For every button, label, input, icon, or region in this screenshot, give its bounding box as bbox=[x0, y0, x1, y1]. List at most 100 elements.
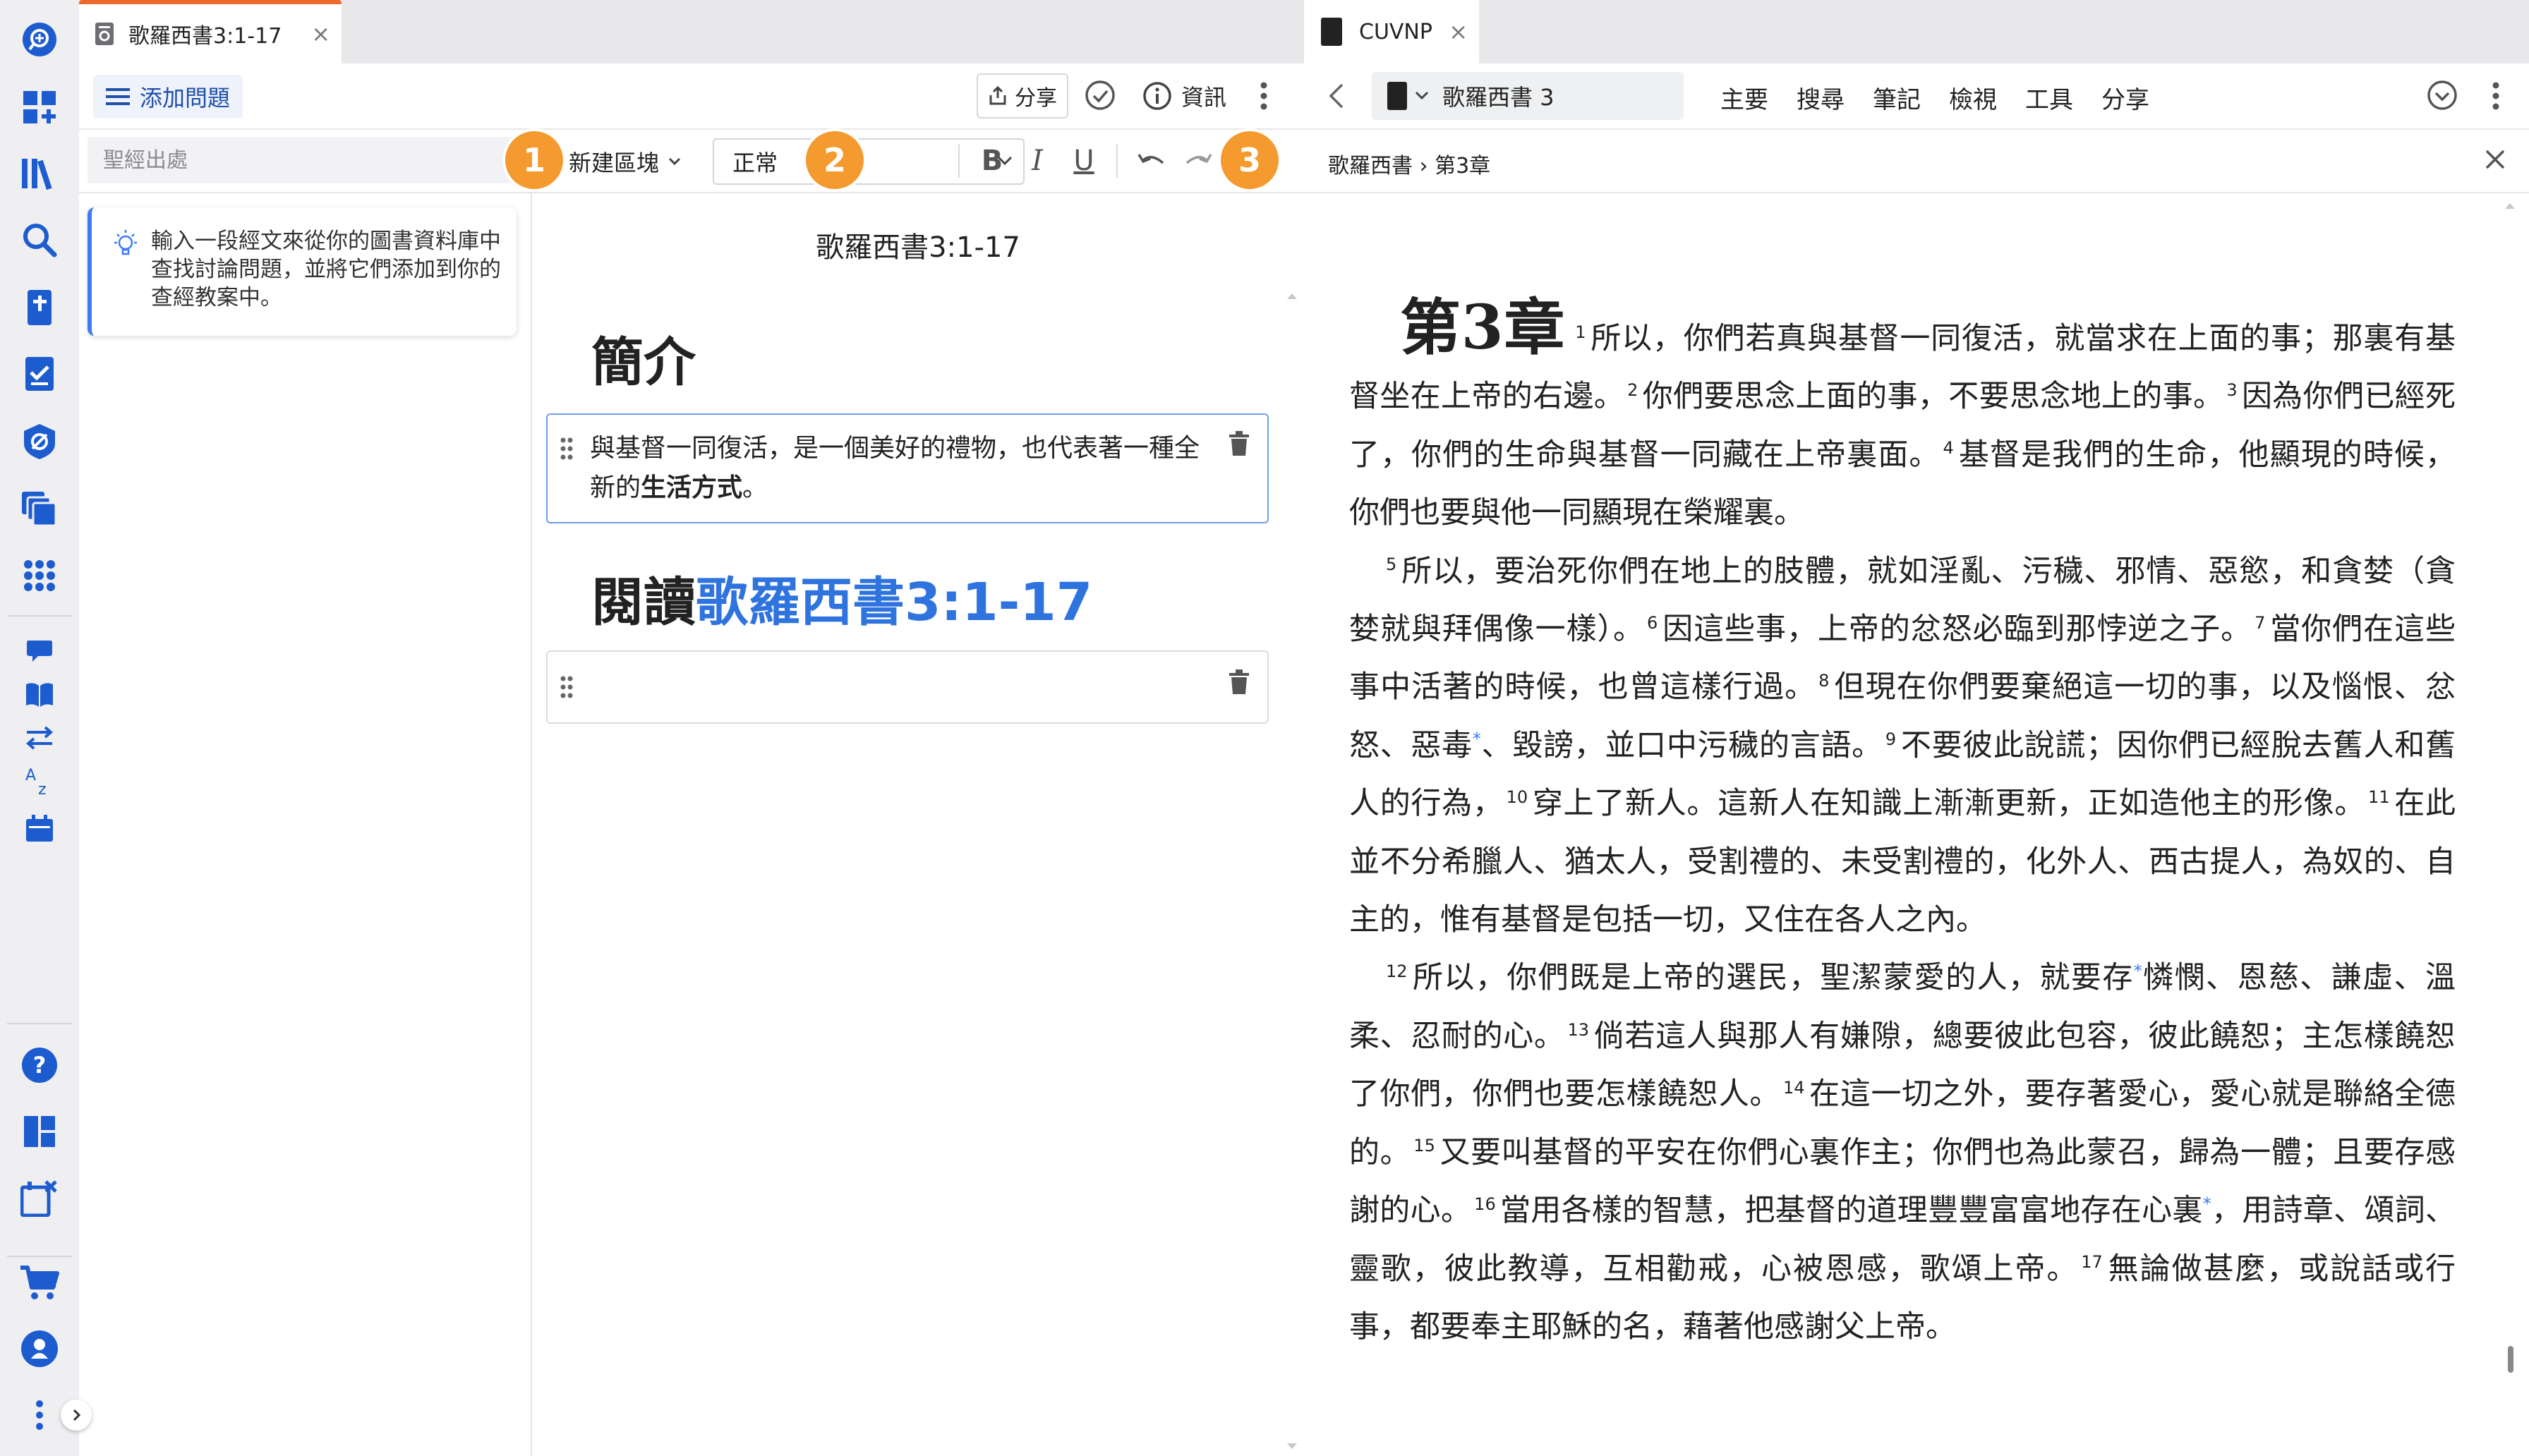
apps-grid-icon[interactable] bbox=[16, 552, 64, 600]
verse-number[interactable]: 2 bbox=[1627, 380, 1638, 400]
breadcrumb[interactable]: 歌羅西書 › 第3章 bbox=[1328, 148, 1490, 179]
verse-number[interactable]: 5 bbox=[1386, 554, 1396, 574]
footnote-marker[interactable]: * bbox=[2203, 1194, 2211, 1214]
menu-notes[interactable]: 筆記 bbox=[1873, 80, 1921, 115]
tip-card: 輸入一段經文來從你的圖書資料庫中查找討論問題，並將它們添加到你的查經教案中。 bbox=[87, 207, 517, 336]
verse-text: 、毀謗，並口中污穢的言語。 bbox=[1480, 727, 1883, 763]
scripture-link[interactable]: 歌羅西書3:1-17 bbox=[696, 572, 1092, 633]
verse-number[interactable]: 11 bbox=[2368, 787, 2390, 807]
expand-rail-button[interactable] bbox=[61, 1400, 92, 1431]
verse-number[interactable]: 6 bbox=[1647, 613, 1658, 633]
menu-view[interactable]: 檢視 bbox=[1949, 80, 1997, 115]
dashboard-add-icon[interactable] bbox=[16, 83, 64, 131]
account-icon[interactable] bbox=[16, 1325, 64, 1373]
scroll-down-icon[interactable] bbox=[1286, 1442, 1298, 1450]
verse-number[interactable]: 7 bbox=[2255, 613, 2265, 633]
library-icon[interactable] bbox=[16, 150, 64, 198]
bold-button[interactable]: B bbox=[970, 138, 1015, 183]
back-arrow-icon[interactable] bbox=[1328, 82, 1345, 110]
section-heading-intro[interactable]: 簡介 bbox=[591, 320, 696, 396]
underline-button[interactable]: U bbox=[1061, 138, 1106, 183]
format-toolbar: 1 新建區塊 正常 2 B I U 3 bbox=[79, 130, 1304, 193]
verse-number[interactable]: 14 bbox=[1783, 1078, 1805, 1098]
study-document: 歌羅西書3:1-17 簡介 與基督一同復活，是一個美好的禮物，也代表著一種全新的… bbox=[531, 193, 1304, 1456]
more-vertical-icon[interactable] bbox=[2491, 80, 2501, 111]
swap-arrows-icon[interactable] bbox=[16, 714, 64, 762]
cart-icon[interactable] bbox=[16, 1258, 64, 1306]
drag-handle-icon[interactable] bbox=[559, 436, 574, 461]
verse-number[interactable]: 16 bbox=[1474, 1194, 1496, 1214]
scroll-up-icon[interactable] bbox=[2504, 202, 2516, 210]
read-heading-prefix: 閱讀 bbox=[591, 572, 696, 633]
italic-button[interactable]: I bbox=[1015, 138, 1060, 183]
drag-handle-icon[interactable] bbox=[559, 674, 574, 700]
verse-number[interactable]: 8 bbox=[1818, 671, 1829, 691]
no-eye-icon[interactable] bbox=[16, 418, 64, 466]
verse-number[interactable]: 3 bbox=[2226, 380, 2237, 400]
content-block-empty[interactable] bbox=[546, 650, 1269, 724]
bold-label: B bbox=[981, 145, 1003, 177]
trash-icon[interactable] bbox=[1228, 669, 1250, 696]
speech-bubble-icon[interactable] bbox=[16, 626, 64, 674]
menu-search[interactable]: 搜尋 bbox=[1797, 80, 1845, 115]
underline-label: U bbox=[1073, 145, 1094, 177]
footnote-marker[interactable]: * bbox=[2134, 961, 2142, 981]
check-circle-icon[interactable] bbox=[2426, 79, 2458, 111]
callout-badge-2: 2 bbox=[806, 131, 864, 189]
checklist-icon[interactable] bbox=[16, 350, 64, 398]
open-book-icon[interactable] bbox=[16, 670, 64, 718]
bible-icon[interactable] bbox=[16, 284, 64, 332]
menu-tools[interactable]: 工具 bbox=[2025, 80, 2073, 115]
scripture-text[interactable]: 第3章 1 所以，你們若真與基督一同復活，就當求在上面的事；那裏有基督坐在上帝的右邊… bbox=[1349, 298, 2456, 1356]
calendar-icon[interactable] bbox=[16, 804, 64, 852]
verse-number[interactable]: 10 bbox=[1507, 787, 1528, 807]
menu-icon bbox=[106, 88, 130, 105]
check-circle-icon[interactable] bbox=[1084, 79, 1116, 111]
undo-icon bbox=[1137, 154, 1164, 164]
block-text[interactable]: 與基督一同復活，是一個美好的禮物，也代表著一種全新的生活方式。 bbox=[590, 429, 1211, 508]
sort-az-icon[interactable]: Az bbox=[16, 758, 64, 806]
footnote-marker[interactable]: * bbox=[1473, 729, 1481, 749]
toolbar-divider bbox=[958, 144, 960, 178]
scripture-reference-input[interactable] bbox=[87, 137, 529, 183]
callout-badge-1: 1 bbox=[505, 131, 563, 189]
add-question-button[interactable]: 添加問題 bbox=[93, 75, 243, 119]
close-icon[interactable]: × bbox=[1449, 18, 1468, 45]
scrollbar[interactable] bbox=[2505, 193, 2523, 1456]
scroll-up-icon[interactable] bbox=[1286, 292, 1298, 301]
book-selector[interactable]: 歌羅西書 3 bbox=[1372, 72, 1684, 120]
verse-number[interactable]: 17 bbox=[2081, 1252, 2103, 1272]
tab-cuvnp[interactable]: CUVNP × bbox=[1304, 0, 1479, 63]
section-heading-read[interactable]: 閱讀歌羅西書3:1-17 bbox=[591, 560, 1092, 636]
verse-number[interactable]: 1 bbox=[1575, 322, 1586, 342]
more-vertical-icon[interactable] bbox=[1259, 80, 1269, 111]
new-block-dropdown[interactable]: 新建區塊 bbox=[569, 140, 682, 183]
help-icon[interactable]: ? bbox=[16, 1041, 64, 1089]
verse-number[interactable]: 4 bbox=[1943, 438, 1953, 458]
share-button[interactable]: 分享 bbox=[977, 73, 1068, 119]
undo-button[interactable] bbox=[1129, 138, 1174, 183]
trash-icon[interactable] bbox=[1228, 430, 1250, 457]
scrollbar-thumb[interactable] bbox=[2508, 1346, 2513, 1373]
tab-study[interactable]: 歌羅西書3:1-17 × bbox=[79, 0, 342, 63]
search-icon[interactable] bbox=[16, 216, 64, 264]
info-icon bbox=[1143, 82, 1171, 110]
close-icon[interactable]: × bbox=[311, 20, 330, 47]
layers-icon[interactable] bbox=[16, 485, 64, 533]
redo-button[interactable] bbox=[1176, 138, 1221, 183]
document-title[interactable]: 歌羅西書3:1-17 bbox=[532, 224, 1304, 265]
more-vertical-icon[interactable] bbox=[16, 1391, 64, 1439]
verse-number[interactable]: 13 bbox=[1568, 1020, 1590, 1040]
content-block[interactable]: 與基督一同復活，是一個美好的禮物，也代表著一種全新的生活方式。 bbox=[546, 413, 1269, 523]
verse-number[interactable]: 9 bbox=[1885, 729, 1896, 749]
verse-number[interactable]: 15 bbox=[1413, 1136, 1435, 1155]
verse-number[interactable]: 12 bbox=[1386, 961, 1408, 981]
menu-share[interactable]: 分享 bbox=[2101, 80, 2149, 115]
menu-main[interactable]: 主要 bbox=[1720, 80, 1768, 115]
close-icon[interactable] bbox=[2482, 147, 2508, 172]
close-panels-icon[interactable] bbox=[16, 1174, 64, 1222]
info-button[interactable]: 資訊 bbox=[1142, 73, 1226, 119]
verse-text: 你們要思念上面的事，不要思念地上的事。 bbox=[1642, 379, 2224, 415]
layout-icon[interactable] bbox=[16, 1108, 64, 1155]
library-search-icon[interactable] bbox=[16, 16, 64, 63]
